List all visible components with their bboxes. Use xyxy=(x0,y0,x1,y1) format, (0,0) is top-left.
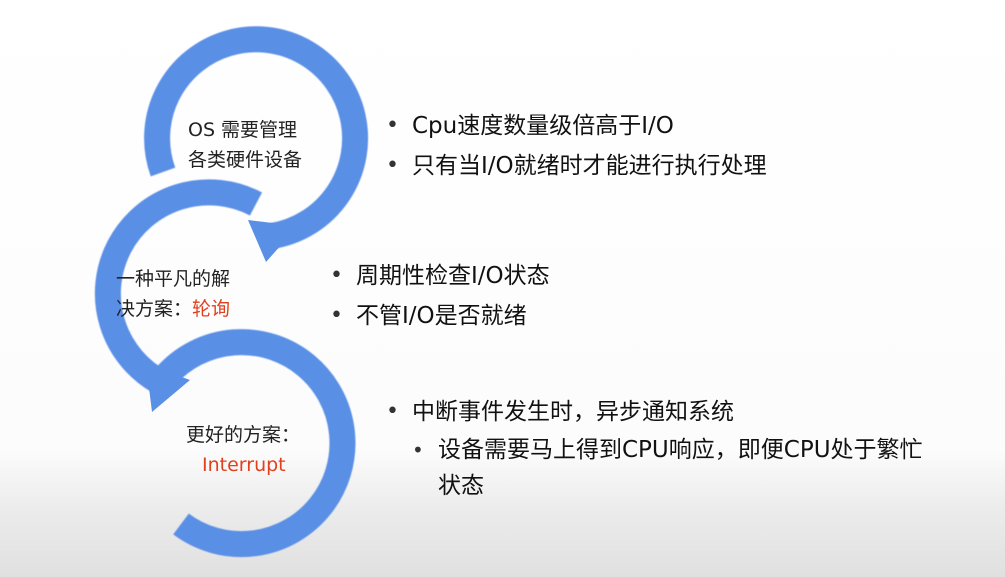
bullet-text: Cpu速度数量级倍高于I/O xyxy=(412,113,674,139)
bullet-dot: • xyxy=(386,113,399,138)
bullet-text: 不管I/O是否就绪 xyxy=(356,303,527,329)
stage-1-bullets: • Cpu速度数量级倍高于I/O • 只有当I/O就绪时才能进行执行处理 xyxy=(386,106,767,186)
stage-2-line-2: 决方案： xyxy=(116,298,193,320)
stage-3-label: 更好的方案： Interrupt xyxy=(186,420,300,480)
stage-1-bullet: • 只有当I/O就绪时才能进行执行处理 xyxy=(386,146,767,186)
stage-3-line-1: 更好的方案： xyxy=(186,424,301,446)
stage-2-label: 一种平凡的解 决方案：轮询 xyxy=(116,264,230,324)
bullet-text: 设备需要马上得到CPU响应，即便CPU处于繁忙状态 xyxy=(438,437,923,499)
bullet-dot: • xyxy=(386,399,399,424)
stage-3-bullet: • 中断事件发生时，异步通知系统 xyxy=(386,392,938,432)
bullet-text: 中断事件发生时，异步通知系统 xyxy=(412,399,734,425)
stage-1-label: OS 需要管理 各类硬件设备 xyxy=(188,115,302,175)
stage-2-bullet: • 周期性检查I/O状态 xyxy=(330,256,550,296)
bullet-text: 只有当I/O就绪时才能进行执行处理 xyxy=(412,153,767,179)
stage-3-bullets: • 中断事件发生时，异步通知系统 • 设备需要马上得到CPU响应，即便CPU处于… xyxy=(386,392,938,504)
stage-1-line-1: OS 需要管理 xyxy=(188,119,298,141)
bullet-dot: • xyxy=(330,303,343,328)
stage-1-bullet: • Cpu速度数量级倍高于I/O xyxy=(386,106,767,146)
bullet-text: 周期性检查I/O状态 xyxy=(356,263,550,289)
stage-2-bullets: • 周期性检查I/O状态 • 不管I/O是否就绪 xyxy=(330,256,550,336)
slide: OS 需要管理 各类硬件设备 一种平凡的解 决方案：轮询 更好的方案： Inte… xyxy=(0,0,1005,577)
stage-2-accent: 轮询 xyxy=(192,298,231,320)
stage-3-sub-bullet: • 设备需要马上得到CPU响应，即便CPU处于繁忙状态 xyxy=(412,432,938,504)
stage-2-line-2-wrap: 决方案：轮询 xyxy=(116,294,230,324)
stage-1-line-2: 各类硬件设备 xyxy=(188,149,303,171)
stage-2-line-1: 一种平凡的解 xyxy=(116,268,231,290)
bullet-dot: • xyxy=(412,438,424,462)
stage-3-accent: Interrupt xyxy=(202,454,286,476)
bullet-dot: • xyxy=(386,153,399,178)
stage-2-bullet: • 不管I/O是否就绪 xyxy=(330,296,550,336)
bullet-dot: • xyxy=(330,263,343,288)
